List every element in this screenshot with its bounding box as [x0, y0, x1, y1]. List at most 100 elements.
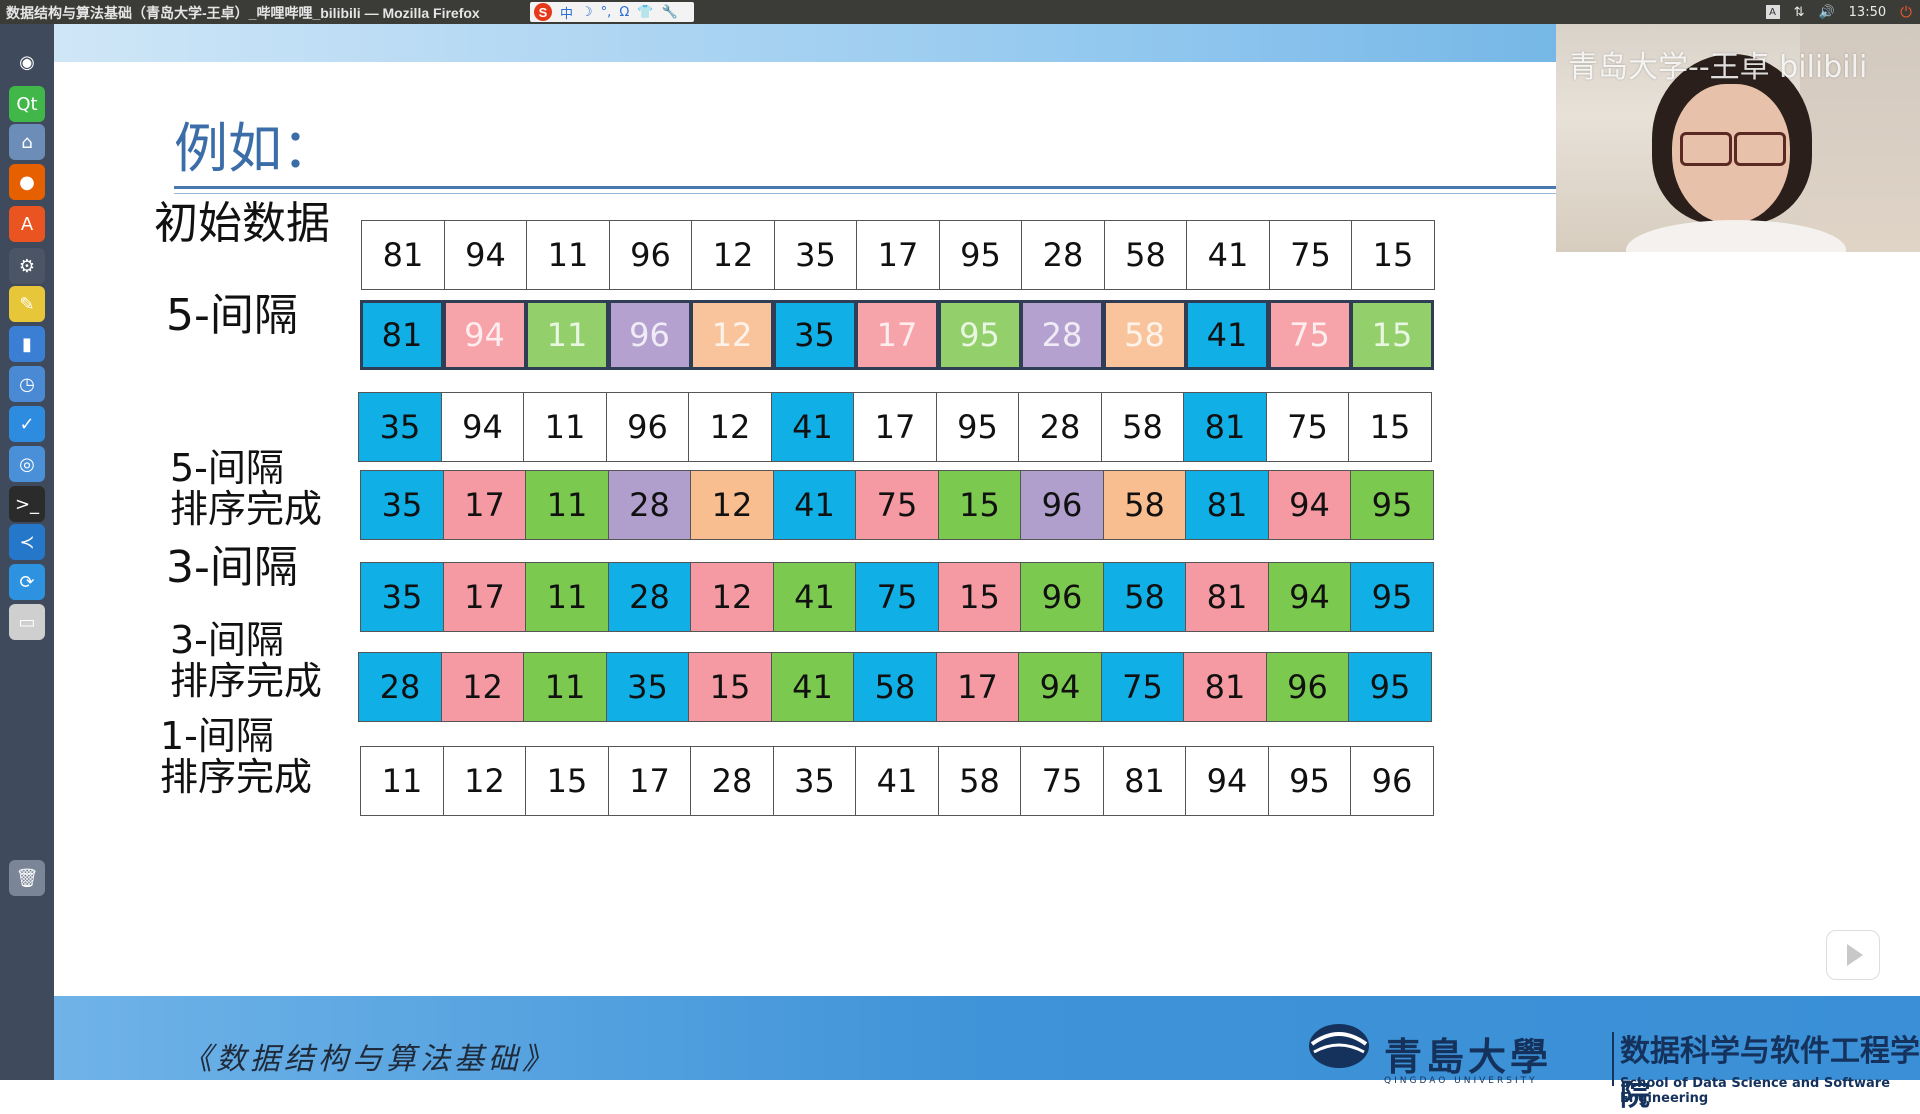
- array-cell: 81: [1183, 392, 1267, 462]
- array-cell: 15: [937, 470, 1022, 540]
- array-cell: 41: [1186, 220, 1270, 290]
- system-tray: A ⇅ 🔊 13:50 ⏻: [1765, 0, 1920, 24]
- sogou-logo-icon[interactable]: S: [534, 3, 552, 21]
- keyboard-layout-icon[interactable]: A: [1765, 5, 1780, 19]
- glasses-right: [1734, 132, 1786, 166]
- ime-moon-icon[interactable]: ☽: [581, 5, 593, 20]
- row-label: 初始数据: [154, 198, 330, 249]
- clock-icon[interactable]: ◷: [9, 366, 45, 402]
- array-cell: 95: [1267, 746, 1352, 816]
- heading-divider-thin: [174, 193, 1610, 194]
- array-cell: 94: [442, 300, 527, 370]
- trash-icon[interactable]: 🗑: [9, 860, 45, 896]
- array-cell: 12: [440, 652, 525, 722]
- array-cell: 35: [360, 470, 444, 540]
- array-cell: 96: [605, 392, 690, 462]
- array-cell: 11: [523, 652, 607, 722]
- array-cell: 17: [442, 470, 527, 540]
- array-cell: 95: [1348, 652, 1432, 722]
- glasses-left: [1680, 132, 1732, 166]
- array-cell: 41: [772, 470, 857, 540]
- school-name-en: School of Data Science and Software Engi…: [1620, 1076, 1891, 1106]
- array-cell: 75: [1268, 220, 1353, 290]
- array-cell: 41: [770, 392, 855, 462]
- ubuntu-dash-icon[interactable]: ◉: [9, 44, 45, 80]
- array-cell: 11: [523, 392, 607, 462]
- webcam-watermark: 青岛大学--王卓 bilibili: [1568, 50, 1868, 85]
- array-cell: 95: [935, 392, 1020, 462]
- array-cell: 28: [607, 470, 692, 540]
- drive-icon[interactable]: ▭: [9, 604, 45, 640]
- array-cell: 58: [1100, 392, 1185, 462]
- array-cell: 95: [938, 220, 1023, 290]
- row-label: 1-间隔 排序完成: [160, 714, 313, 800]
- window-title: 数据结构与算法基础（青岛大学-王卓）_哔哩哔哩_bilibili — Mozil…: [6, 5, 480, 21]
- array-cell: 96: [1265, 652, 1350, 722]
- array-cell: 11: [525, 562, 609, 632]
- network-icon[interactable]: ⇅: [1794, 5, 1805, 20]
- ime-skin-icon[interactable]: 👕: [637, 5, 653, 20]
- text-editor-icon[interactable]: ✎: [9, 286, 45, 322]
- firefox-icon[interactable]: ●: [9, 164, 45, 200]
- array-cell: 41: [770, 652, 855, 722]
- files-icon[interactable]: ⌂: [9, 124, 45, 160]
- array-cell: 94: [1267, 562, 1352, 632]
- array-cell: 12: [691, 220, 775, 290]
- array-cell: 81: [1185, 470, 1269, 540]
- array-cell: 17: [935, 652, 1020, 722]
- ime-tools-icon[interactable]: 🔧: [661, 5, 677, 20]
- ime-punct-icon[interactable]: °,: [601, 5, 612, 20]
- array-cell: 15: [937, 562, 1022, 632]
- array-cell: 11: [360, 746, 444, 816]
- array-cell: 58: [937, 746, 1022, 816]
- array-cell: 35: [772, 746, 857, 816]
- settings-icon[interactable]: ⚙: [9, 248, 45, 284]
- ime-toolbar[interactable]: S 中 ☽ °, Ω 👕 🔧: [530, 2, 694, 22]
- volume-icon[interactable]: 🔊: [1818, 5, 1834, 20]
- array-cell: 15: [1351, 220, 1435, 290]
- launcher-sidebar: ◉ Qt ⌂ ● A ⚙ ✎ ▮ ◷ ✓ ◎ >_ ≺ ⟳ ▭ 🗑: [0, 24, 54, 1080]
- array-cell: 12: [690, 300, 774, 370]
- array-cell: 35: [358, 392, 442, 462]
- chrome-icon[interactable]: ◎: [9, 446, 45, 482]
- array-cell: 35: [772, 300, 857, 370]
- updater-icon[interactable]: ⟳: [9, 564, 45, 600]
- array-cell: 75: [1265, 392, 1350, 462]
- array-cell: 28: [1020, 300, 1104, 370]
- monitor-icon[interactable]: ▮: [9, 326, 45, 362]
- array-cell: 58: [1103, 220, 1188, 290]
- clock-time[interactable]: 13:50: [1849, 5, 1886, 20]
- array-cell: 15: [688, 652, 772, 722]
- notes-icon[interactable]: ✓: [9, 406, 45, 442]
- array-cell: 17: [607, 746, 692, 816]
- system-top-bar: 数据结构与算法基础（青岛大学-王卓）_哔哩哔哩_bilibili — Mozil…: [0, 0, 1920, 24]
- array-cell: 17: [856, 220, 940, 290]
- array-cell: 96: [1350, 746, 1434, 816]
- ime-mode-icon[interactable]: 中: [560, 3, 573, 22]
- array-cell: 75: [1267, 300, 1352, 370]
- array-cell: 15: [1350, 300, 1434, 370]
- power-icon[interactable]: ⏻: [1900, 3, 1912, 21]
- row-label: 5-间隔 排序完成: [170, 446, 323, 532]
- array-cell: 12: [442, 746, 527, 816]
- array-cell: 81: [1183, 652, 1267, 722]
- array-cell: 28: [358, 652, 442, 722]
- university-seal-icon: [1309, 1024, 1369, 1068]
- play-button[interactable]: [1826, 930, 1880, 980]
- array-cell: 95: [937, 300, 1022, 370]
- ime-symbol-icon[interactable]: Ω: [619, 5, 629, 20]
- qt-creator-icon[interactable]: Qt: [9, 86, 45, 122]
- array-cell: 12: [688, 392, 772, 462]
- slide-heading: 例如：: [174, 117, 336, 180]
- array-cell: 81: [1102, 746, 1187, 816]
- array-row: 35 17 11 28 12 41 75 15 96 58 81 94 95: [360, 470, 1434, 540]
- software-center-icon[interactable]: A: [9, 206, 45, 242]
- array-cell: 58: [1102, 562, 1187, 632]
- terminal-icon[interactable]: >_: [9, 486, 45, 522]
- row-label: 3-间隔: [166, 542, 298, 593]
- array-cell: 35: [360, 562, 444, 632]
- array-cell: 17: [853, 392, 937, 462]
- array-cell: 11: [525, 470, 609, 540]
- array-cell: 12: [690, 470, 774, 540]
- vscode-icon[interactable]: ≺: [9, 524, 45, 560]
